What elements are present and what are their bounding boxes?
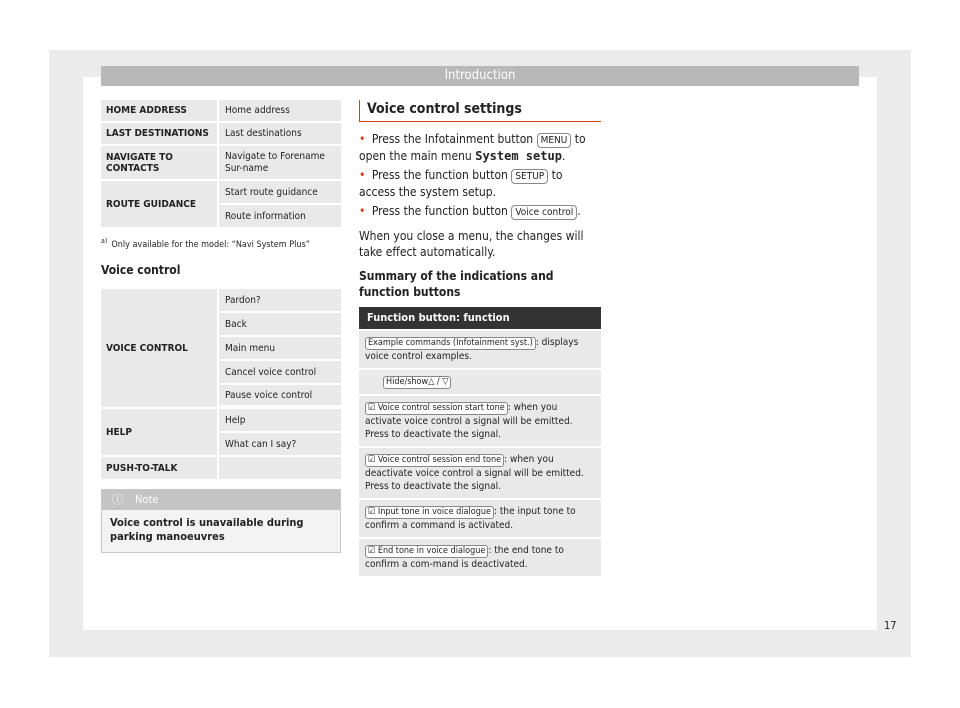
row-value: Help — [219, 409, 341, 431]
row-value: What can I say? — [219, 433, 341, 455]
function-key: ☑ End tone in voice dialogue — [365, 545, 489, 558]
nav-row-last-destinations: LAST DESTINATIONS Last destinations — [101, 123, 341, 144]
bullet-text: . — [577, 204, 581, 218]
menu-key: MENU — [536, 133, 572, 148]
info-icon: ⓘ — [112, 493, 123, 506]
row-value: Cancel voice control — [219, 361, 341, 383]
left-column: HOME ADDRESS Home address LAST DESTINATI… — [101, 100, 341, 553]
section-header: Introduction — [101, 66, 859, 86]
note-box: ⓘ Note Voice control is unavailable duri… — [101, 489, 341, 553]
note-header: ⓘ Note — [102, 490, 340, 510]
nav-row-home-address: HOME ADDRESS Home address — [101, 100, 341, 121]
row-value: Navigate to Forename Sur-name — [219, 146, 341, 179]
row-label: VOICE CONTROL — [101, 289, 217, 407]
voice-control-key: Voice control — [511, 205, 578, 220]
summary-heading: Summary of the indications and function … — [359, 269, 554, 299]
function-key: Hide/show△ / ▽ — [383, 376, 452, 389]
function-row: ☑ End tone in voice dialogue: the end to… — [359, 539, 601, 576]
note-label: Note — [135, 493, 159, 506]
row-value — [219, 457, 341, 479]
menu-name: System setup — [475, 149, 562, 163]
footnote-marker: a) — [101, 237, 108, 245]
note-text: Voice control is unavailable during park… — [110, 516, 304, 543]
function-row: Example commands (Infotainment syst.): d… — [359, 331, 601, 368]
row-label: LAST DESTINATIONS — [101, 123, 217, 144]
settings-paragraph: When you close a menu, the changes will … — [359, 229, 584, 259]
bullet-icon: • — [359, 132, 366, 146]
row-value: Home address — [219, 100, 341, 121]
setup-key: SETUP — [511, 169, 549, 184]
row-value: Start route guidance — [219, 181, 341, 203]
row-value: Main menu — [219, 337, 341, 359]
page-number: 17 — [884, 619, 897, 632]
bullet-text: Press the Infotainment button — [371, 132, 534, 146]
nav-row-navigate-to-contacts: NAVIGATE TO CONTACTS Navigate to Forenam… — [101, 146, 341, 179]
bullet-3: • Press the function button Voice contro… — [359, 203, 601, 220]
nav-row-route-guidance: ROUTE GUIDANCE Start route guidance Rout… — [101, 181, 341, 227]
function-key: Example commands (Infotainment syst.) — [365, 337, 536, 350]
footnote-text: Only available for the model: “Navi Syst… — [111, 240, 310, 250]
function-table: Function button: function Example comman… — [359, 307, 601, 576]
bullet-text: Press the function button — [371, 168, 508, 182]
row-value: Route information — [219, 205, 341, 227]
bullet-1: • Press the Infotainment button MENU to … — [359, 131, 601, 164]
voice-row-voice-control: VOICE CONTROL Pardon? Back Main menu Can… — [101, 289, 341, 407]
row-value: Last destinations — [219, 123, 341, 144]
function-key: ☑ Voice control session end tone — [365, 454, 505, 467]
voice-row-push-to-talk: PUSH-TO-TALK — [101, 457, 341, 479]
function-row: ☑ Voice control session start tone: when… — [359, 396, 601, 446]
row-label: HELP — [101, 409, 217, 455]
bullet-text: Press the function button — [371, 204, 508, 218]
function-table-header: Function button: function — [359, 307, 601, 329]
voice-control-heading: Voice control — [101, 263, 181, 277]
function-key: ☑ Voice control session start tone — [365, 402, 508, 415]
bullet-2: • Press the function button SETUP to acc… — [359, 167, 601, 200]
row-label: HOME ADDRESS — [101, 100, 217, 121]
function-row: ☑ Input tone in voice dialogue: the inpu… — [359, 500, 601, 537]
bullet-icon: • — [359, 204, 366, 218]
right-column: Voice control settings • Press the Infot… — [359, 100, 601, 576]
row-label: PUSH-TO-TALK — [101, 457, 217, 479]
row-label: ROUTE GUIDANCE — [101, 181, 217, 227]
bullet-icon: • — [359, 168, 366, 182]
row-value: Pause voice control — [219, 385, 341, 405]
footnote: a) Only available for the model: “Navi Sy… — [101, 237, 341, 250]
row-value: Pardon? — [219, 289, 341, 311]
function-key: ☑ Input tone in voice dialogue — [365, 506, 494, 519]
function-row: Hide/show△ / ▽ — [359, 370, 601, 394]
voice-row-help: HELP Help What can I say? — [101, 409, 341, 455]
settings-title: Voice control settings — [359, 100, 601, 122]
function-row: ☑ Voice control session end tone: when y… — [359, 448, 601, 498]
bullet-text: . — [561, 149, 566, 163]
row-value: Back — [219, 313, 341, 335]
row-label: NAVIGATE TO CONTACTS — [101, 146, 217, 179]
